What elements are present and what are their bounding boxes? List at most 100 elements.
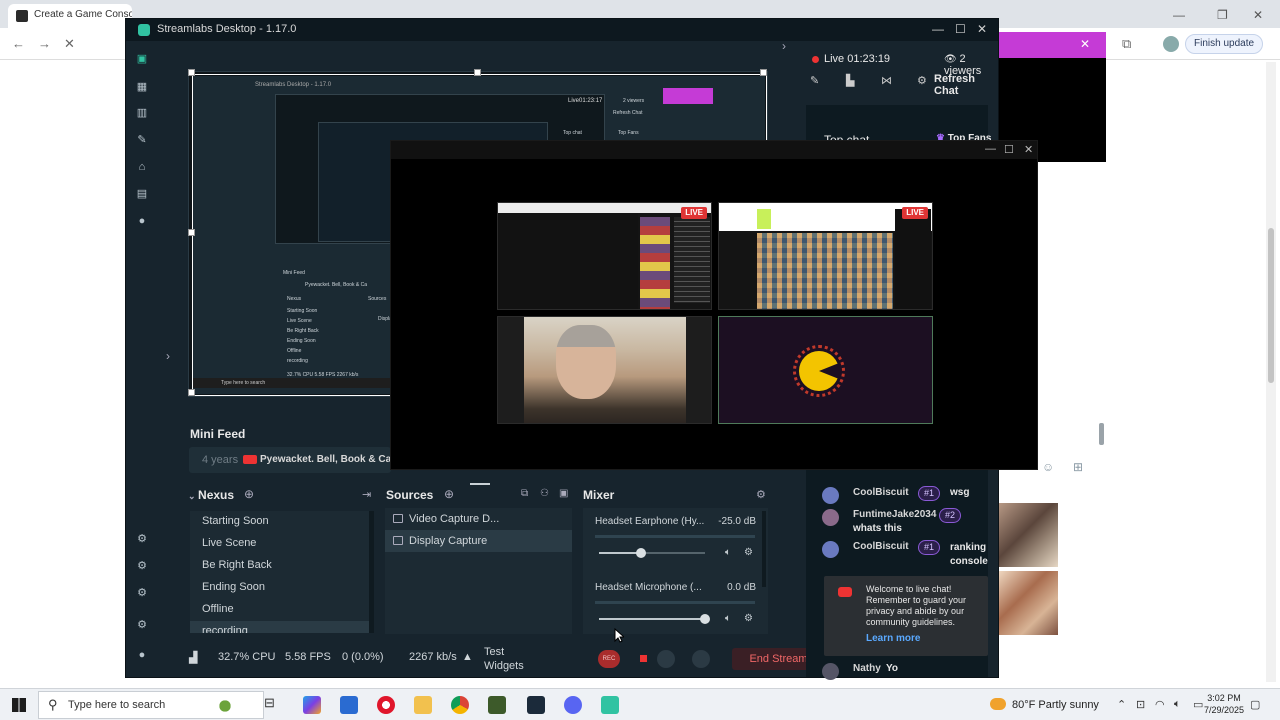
play-icon[interactable]: ●	[136, 215, 148, 227]
resize-handle[interactable]	[760, 69, 767, 76]
layout-icon[interactable]: ▥	[136, 107, 148, 119]
highlights-icon[interactable]: ▤	[136, 188, 148, 200]
expand-right-icon[interactable]: ›	[782, 39, 786, 53]
stream-tile[interactable]: LIVE	[718, 202, 933, 310]
profile-avatar[interactable]	[1163, 36, 1179, 52]
record-button[interactable]: REC	[598, 650, 620, 668]
dashboard-icon[interactable]: ▦	[136, 81, 148, 93]
stream-tile[interactable]: LIVE	[497, 202, 712, 310]
task-view-icon[interactable]: ⊟	[264, 695, 282, 713]
scene-item[interactable]: Offline	[190, 599, 369, 621]
scene-scrollbar[interactable]	[369, 511, 374, 633]
warning-icon[interactable]: ▲	[462, 651, 473, 663]
close-icon[interactable]: ✕	[1024, 143, 1033, 156]
minimize-icon[interactable]: —	[985, 143, 996, 155]
themes-icon[interactable]: ✎	[136, 134, 148, 146]
back-arrow-icon[interactable]: ←	[12, 36, 25, 51]
scenes-header[interactable]: ⌄ Nexus	[188, 488, 234, 502]
network-icon[interactable]: ⊡	[1136, 698, 1145, 711]
volume-slider[interactable]	[599, 614, 710, 624]
scene-item[interactable]: Live Scene	[190, 533, 369, 555]
chat-scrollbar[interactable]	[1099, 423, 1104, 445]
volume-slider[interactable]	[599, 548, 705, 558]
speaker-icon[interactable]: 🔈︎	[725, 547, 731, 558]
projector-window[interactable]: — ☐ ✕ LIVE LIVE	[390, 140, 1038, 470]
source-group-icon[interactable]: ⧉	[521, 488, 528, 499]
volume-slider-knob[interactable]	[700, 614, 710, 624]
scene-item-selected[interactable]: recording	[190, 621, 369, 633]
emoji-icon[interactable]: ☺	[1042, 460, 1054, 474]
chevron-up-icon[interactable]: ⌃	[1117, 698, 1126, 711]
forward-arrow-icon[interactable]: →	[38, 36, 51, 51]
edit-stream-icon[interactable]: ✎	[810, 74, 819, 87]
app-icon[interactable]	[527, 696, 545, 714]
resize-handle[interactable]	[188, 229, 195, 236]
thumbnail-image[interactable]	[998, 503, 1058, 567]
store-icon[interactable]	[340, 696, 358, 714]
taskbar-search[interactable]: ⚲ Type here to search	[38, 691, 264, 719]
close-icon[interactable]: ✕	[977, 22, 987, 36]
resize-handle[interactable]	[188, 69, 195, 76]
add-scene-icon[interactable]: ⊕	[244, 487, 254, 501]
gamepad-icon[interactable]: ⊞	[1073, 460, 1083, 474]
minimize-icon[interactable]: —	[932, 22, 944, 36]
restore-icon[interactable]: ❐	[1217, 8, 1228, 22]
windows-start-icon[interactable]	[12, 698, 26, 712]
resize-handle[interactable]	[474, 69, 481, 76]
banner-close-icon[interactable]: ✕	[1080, 37, 1090, 51]
user-icon[interactable]: ●	[136, 649, 148, 661]
mixer-settings-icon[interactable]: ⚙	[756, 488, 766, 501]
webcam-tile[interactable]	[497, 316, 712, 424]
cast-icon[interactable]: ⧉	[1122, 36, 1131, 52]
stop-replay-button[interactable]	[635, 650, 653, 668]
copilot-icon[interactable]	[303, 696, 321, 714]
scene-item[interactable]: Be Right Back	[190, 555, 369, 577]
chrome-icon[interactable]	[451, 696, 469, 714]
studio-mode-icon[interactable]: ⚙	[136, 533, 148, 545]
close-icon[interactable]: ✕	[1253, 8, 1263, 22]
opera-icon[interactable]	[377, 696, 395, 714]
weather-widget[interactable]: 80°F Partly sunny	[990, 698, 1099, 711]
screenshot-button[interactable]	[692, 650, 710, 668]
source-item[interactable]: Video Capture D...	[385, 508, 572, 530]
minimize-icon[interactable]: —	[1173, 8, 1185, 22]
discord-icon[interactable]	[564, 696, 582, 714]
maximize-icon[interactable]: ☐	[955, 22, 966, 36]
file-explorer-icon[interactable]	[414, 696, 432, 714]
source-folder-icon[interactable]: ▣	[559, 488, 568, 499]
logo-tile[interactable]	[718, 316, 933, 424]
battery-icon[interactable]: ▭	[1193, 698, 1203, 711]
scene-item[interactable]: Starting Soon	[190, 511, 369, 533]
volume-slider-knob[interactable]	[636, 548, 647, 558]
help-icon[interactable]: ⚙	[136, 587, 148, 599]
learn-more-link[interactable]: Learn more	[866, 633, 920, 644]
volume-icon[interactable]: 🔈︎	[1174, 698, 1181, 711]
panel-resize-handle[interactable]	[470, 483, 490, 485]
wifi-icon[interactable]: ◠	[1155, 698, 1165, 711]
test-widgets-button[interactable]: Test Widgets	[484, 645, 528, 673]
speaker-icon[interactable]: 🔈︎	[725, 613, 731, 624]
source-filter-icon[interactable]: ⚇	[540, 488, 549, 499]
streamlabs-taskbar-icon[interactable]	[601, 696, 619, 714]
save-replay-button[interactable]	[657, 650, 675, 668]
notification-icon[interactable]: ▢	[1250, 698, 1260, 711]
minecraft-icon[interactable]	[488, 696, 506, 714]
resize-handle[interactable]	[188, 389, 195, 396]
stop-loading-icon[interactable]: ✕	[64, 36, 75, 52]
maximize-icon[interactable]: ☐	[1004, 143, 1014, 156]
refresh-chat-button[interactable]: Refresh Chat	[934, 73, 994, 97]
browser-tab[interactable]: Create a Game Consoles	[8, 4, 132, 28]
page-scrollbar-thumb[interactable]	[1268, 228, 1274, 383]
refresh-settings-icon[interactable]: ⚙	[917, 74, 927, 87]
layout-editor-icon[interactable]: ⚙	[136, 560, 148, 572]
finish-update-button[interactable]: Finish update	[1185, 34, 1264, 54]
expand-left-icon[interactable]: ›	[166, 349, 170, 363]
scene-transitions-icon[interactable]: ⇥	[362, 488, 371, 501]
scene-item[interactable]: Ending Soon	[190, 577, 369, 599]
clock[interactable]: 3:02 PM 7/29/2025	[1204, 692, 1244, 716]
editor-icon[interactable]: ▣	[136, 53, 148, 65]
stats-icon[interactable]: ▟	[189, 651, 197, 664]
store-icon[interactable]: ⌂	[136, 161, 148, 173]
settings-icon[interactable]: ⚙	[136, 619, 148, 631]
source-item-selected[interactable]: Display Capture	[385, 530, 572, 552]
